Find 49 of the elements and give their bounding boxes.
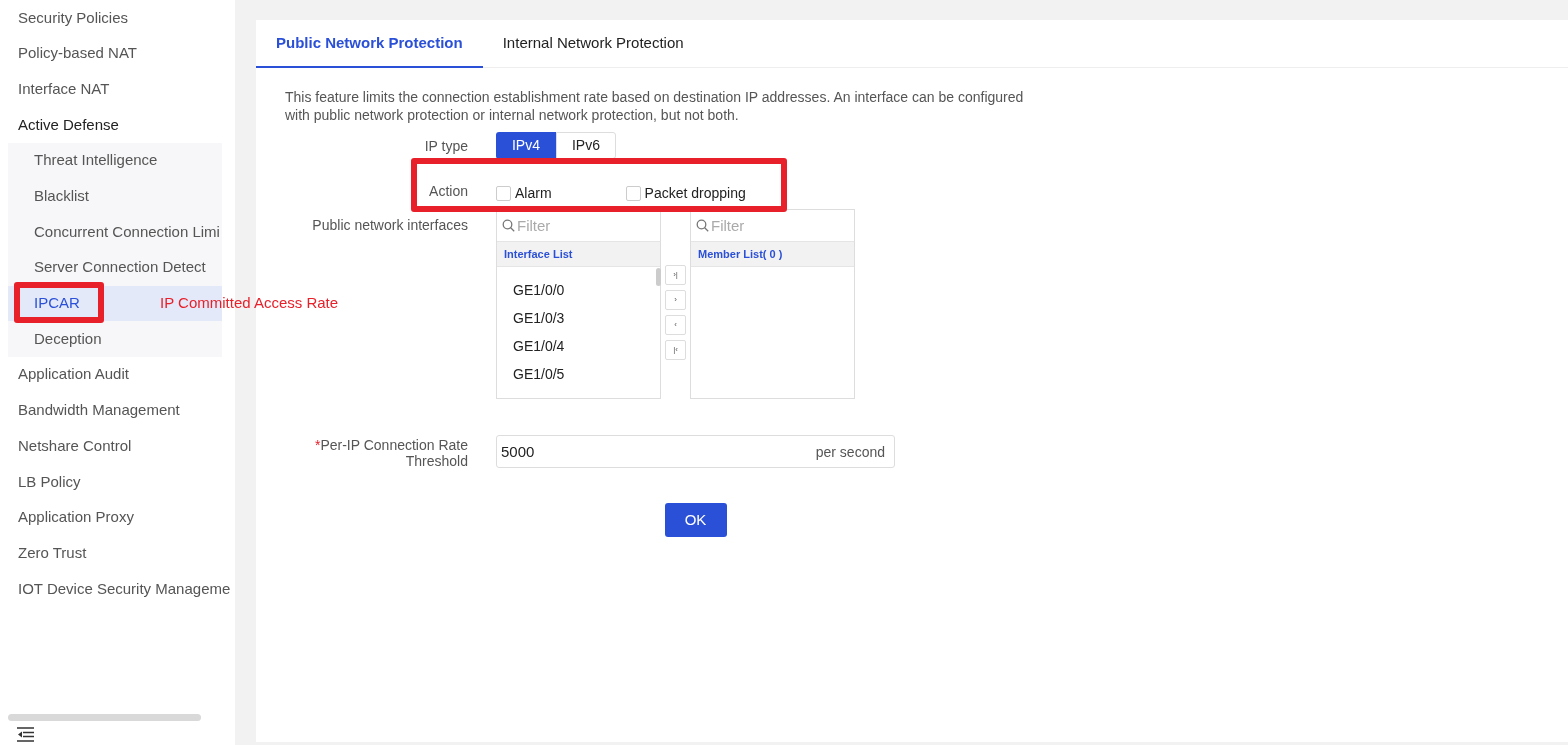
ip-type-option[interactable]: IPv6: [556, 132, 616, 159]
field-label: Public network interfaces: [311, 216, 468, 235]
sidebar-item[interactable]: IOT Device Security Manageme: [0, 571, 235, 607]
sidebar-item[interactable]: Bandwidth Management: [0, 392, 235, 429]
field-label: IP type: [423, 137, 468, 156]
tab[interactable]: Internal Network Protection: [482, 20, 704, 68]
sidebar-item[interactable]: Policy-based NAT: [0, 35, 235, 72]
sidebar-subitem[interactable]: Deception: [8, 321, 106, 357]
checkbox-label: Alarm: [515, 184, 552, 203]
list-item[interactable]: GE1/0/0: [513, 276, 565, 304]
collapse-menu-icon[interactable]: [17, 727, 34, 742]
sidebar-subitem[interactable]: Blacklist: [8, 178, 93, 215]
description: This feature limits the connection establishment rate based on destination IP addresses. An interface can be configured with public network protection or internal network protection, but not both.: [285, 88, 1025, 124]
checkbox[interactable]: [496, 186, 511, 201]
filter-field[interactable]: Filter: [691, 210, 854, 241]
list-item[interactable]: GE1/0/3: [513, 304, 565, 332]
list-item[interactable]: GE1/0/4: [513, 332, 565, 360]
sidebar-item[interactable]: Application Audit: [0, 356, 235, 393]
scrollbar[interactable]: [8, 714, 201, 721]
sidebar-subitem[interactable]: Threat Intelligence: [8, 142, 162, 179]
sidebar-item[interactable]: Netshare Control: [0, 428, 235, 464]
list-header: Member List( 0 ): [691, 242, 854, 267]
sidebar-item[interactable]: Application Proxy: [0, 499, 235, 536]
ip-type-option[interactable]: IPv4: [496, 132, 556, 159]
transfer-button[interactable]: ›: [665, 290, 686, 310]
sidebar-item[interactable]: Zero Trust: [0, 535, 235, 571]
ok-button[interactable]: OK: [664, 503, 727, 537]
transfer-button[interactable]: ‹: [665, 315, 686, 335]
transfer-button[interactable]: ›|: [665, 265, 686, 285]
sidebar-subitem[interactable]: Server Connection Detect: [8, 249, 210, 286]
unit-label: per second: [815, 443, 885, 462]
list-header: Interface List: [497, 242, 660, 267]
sidebar-item[interactable]: Interface NAT: [0, 71, 235, 108]
transfer-button[interactable]: |‹: [665, 340, 686, 360]
sidebar-item[interactable]: Security Policies: [0, 0, 235, 36]
search-icon: [696, 219, 709, 232]
annotation-label: IP Committed Access Rate: [160, 293, 339, 313]
sidebar-subitem[interactable]: Concurrent Connection Limi: [8, 214, 224, 250]
scrollbar[interactable]: [656, 268, 661, 286]
list-item[interactable]: GE1/0/5: [513, 360, 565, 388]
checkbox[interactable]: [625, 186, 641, 201]
search-icon: [502, 219, 515, 232]
tab[interactable]: Public Network Protection: [256, 20, 483, 68]
field-label: *Per-IP Connection Rate Threshold: [313, 437, 468, 469]
sidebar-item[interactable]: LB Policy: [0, 463, 235, 500]
checkbox-label: Packet dropping: [644, 184, 746, 203]
field-label: Action: [428, 182, 468, 201]
filter-field[interactable]: Filter: [497, 210, 660, 241]
sidebar-item[interactable]: Active Defense: [0, 107, 235, 143]
